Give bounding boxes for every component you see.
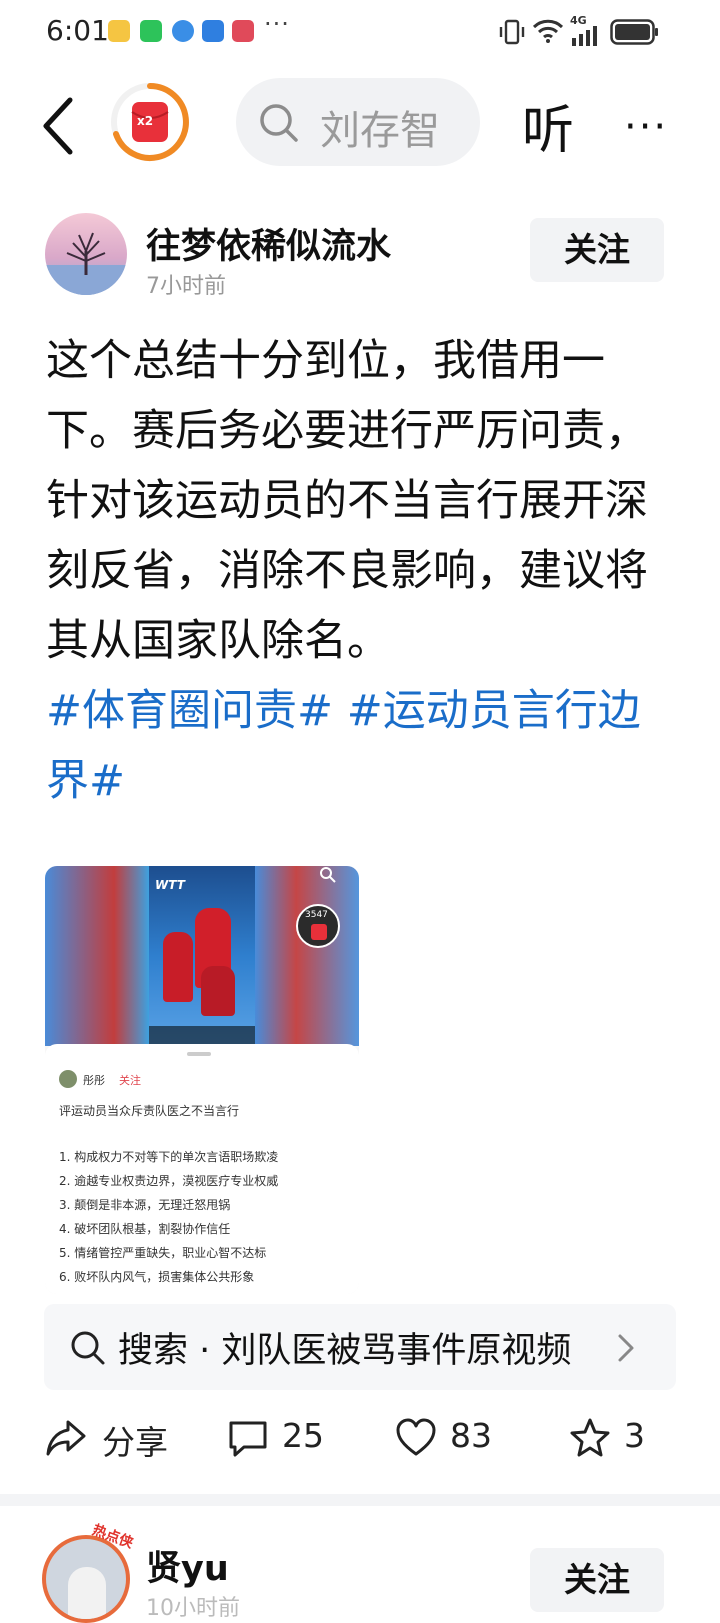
like-count: 83 [450,1416,492,1455]
embedded-author: 彤彤 [83,1074,105,1087]
follow-button[interactable]: 关注 [530,218,664,282]
comment-count: 25 [282,1416,324,1455]
embedded-follow: 关注 [119,1074,141,1087]
search-placeholder: 刘存智 [320,108,440,154]
post-divider [0,1494,720,1506]
video-thumbnail: WTT 3547 [45,866,359,1046]
author-name[interactable]: 贤yu [146,1540,229,1591]
listen-button[interactable]: 听 [522,88,574,163]
status-bar: 6:01 ··· 4G [0,0,720,64]
player-figure [163,932,193,1002]
weibo-icon [108,20,130,42]
red-packet-icon [311,924,327,940]
player-figure [201,966,235,1016]
like-bubble: 3547 [296,904,340,948]
like-count: 3547 [305,910,328,920]
follow-button[interactable]: 关注 [530,1548,664,1612]
favorite-count: 3 [624,1416,645,1455]
panel-handle [187,1052,211,1056]
author-avatar[interactable] [45,213,127,295]
wechat-icon [140,20,162,42]
share-icon [46,1420,86,1456]
post-body: 这个总结十分到位，我借用一下。赛后务必要进行严厉问责，针对该运动员的不当言行展开… [46,326,676,816]
star-icon [570,1418,610,1457]
search-icon [260,104,298,142]
status-time: 6:01 [46,14,109,47]
signal-icon [572,26,597,46]
comment-button[interactable]: 25 [226,1414,346,1464]
favorite-button[interactable]: 3 [568,1414,668,1464]
search-box[interactable]: 刘存智 [236,78,480,166]
wifi-icon [532,19,564,43]
author-name[interactable]: 往梦依稀似流水 [146,218,391,269]
more-button[interactable]: ··· [624,104,668,150]
tree-avatar-image [45,232,127,295]
avatar-figure [68,1567,106,1619]
like-button[interactable]: 83 [394,1414,514,1464]
embedded-point: 5. 情绪管控严重缺失，职业心智不达标 [59,1246,267,1260]
status-overflow: ··· [264,10,290,38]
embedded-text-panel: 彤彤 关注 评运动员当众斥责队医之不当言行 1. 构成权力不对等下的单次言语职场… [45,1044,359,1294]
vibrate-icon [499,19,525,45]
post-time: 7小时前 [146,274,226,299]
embedded-title: 评运动员当众斥责队医之不当言行 [59,1104,240,1118]
post-time: 10小时前 [146,1596,240,1621]
embedded-point: 4. 破坏团队根基，割裂协作信任 [59,1222,231,1236]
video-controls [149,1026,255,1046]
embedded-point: 2. 逾越专业权责边界，漠视医疗专业权威 [59,1174,279,1188]
comment-icon [229,1421,267,1457]
game-icon [232,20,254,42]
search-icon [71,1331,105,1365]
share-button[interactable]: 分享 [44,1414,184,1464]
embedded-point: 3. 颠倒是非本源，无理迁怒甩锅 [59,1198,231,1212]
hashtag-link[interactable]: #体育圈问责# [46,686,333,736]
heart-icon [396,1418,436,1456]
red-packet-badge: x2 [137,114,154,128]
back-arrow-icon[interactable] [38,96,82,156]
embedded-point: 1. 构成权力不对等下的单次言语职场欺凌 [59,1150,279,1164]
battery-icon [610,19,658,45]
video-brand: WTT [155,878,185,892]
share-label: 分享 [102,1423,168,1462]
folder-icon [202,20,224,42]
related-search-text: 搜索 · 刘队医被骂事件原视频 [118,1331,572,1371]
red-packet-button[interactable]: x2 [110,82,190,162]
post-image[interactable]: WTT 3547 彤彤 关注 评运动员当众斥责队医之不当言行 1. 构成权力不对… [45,866,359,1294]
chevron-right-icon [618,1334,634,1362]
related-search-bar[interactable]: 搜索 · 刘队医被骂事件原视频 [44,1304,676,1390]
search-icon [320,867,336,883]
embedded-avatar [59,1070,77,1088]
browser-icon [172,20,194,42]
post-text: 这个总结十分到位，我借用一下。赛后务必要进行严厉问责，针对该运动员的不当言行展开… [46,336,648,666]
embedded-point: 6. 败坏队内风气，损害集体公共形象 [59,1270,255,1284]
